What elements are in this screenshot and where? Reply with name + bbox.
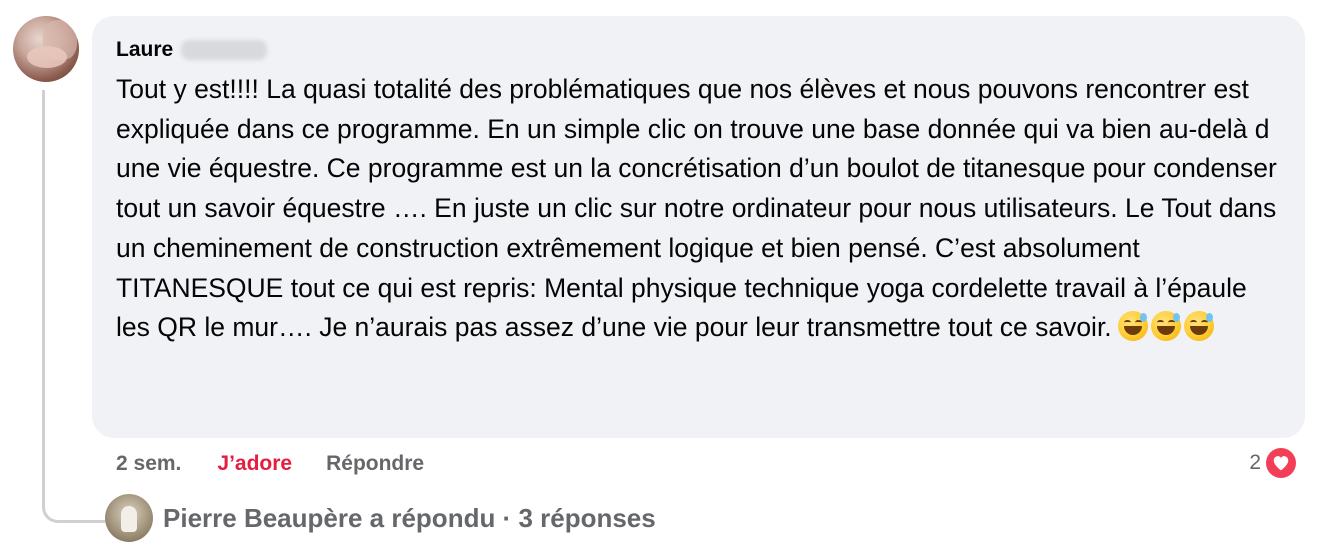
author-surname-redacted (181, 40, 268, 60)
reaction-summary[interactable]: 2 (1249, 446, 1298, 480)
reply-button[interactable]: Répondre (326, 452, 424, 476)
author-avatar[interactable] (13, 16, 79, 82)
heart-icon (1266, 448, 1296, 478)
view-replies-link[interactable]: Pierre Beaupère a répondu · 3 réponses (105, 494, 656, 542)
avatar-photo-detail (121, 506, 137, 532)
comment-text: Tout y est!!!! La quasi totalité des pro… (116, 70, 1281, 348)
replies-summary[interactable]: Pierre Beaupère a répondu · 3 réponses (163, 503, 656, 534)
author-name[interactable]: Laure (116, 38, 173, 62)
replier-avatar (105, 494, 153, 542)
comment-body: Tout y est!!!! La quasi totalité des pro… (116, 74, 1277, 343)
avatar-photo-detail (27, 46, 67, 68)
heart-shape (1273, 456, 1289, 471)
reaction-count: 2 (1249, 451, 1261, 474)
comment-timestamp[interactable]: 2 sem. (116, 452, 181, 476)
grinning-face-with-sweat-icon (1117, 311, 1148, 342)
comment-bubble: Laure Tout y est!!!! La quasi totalité d… (92, 16, 1305, 438)
heart-badge (1264, 446, 1298, 480)
grinning-face-with-sweat-icon (1183, 311, 1214, 342)
love-reaction-button[interactable]: J’adore (217, 452, 292, 476)
emoji-group (1117, 311, 1214, 342)
comment-actions: 2 sem. J’adore Répondre (116, 452, 424, 476)
author-row: Laure (116, 36, 1281, 64)
grinning-face-with-sweat-icon (1150, 311, 1181, 342)
